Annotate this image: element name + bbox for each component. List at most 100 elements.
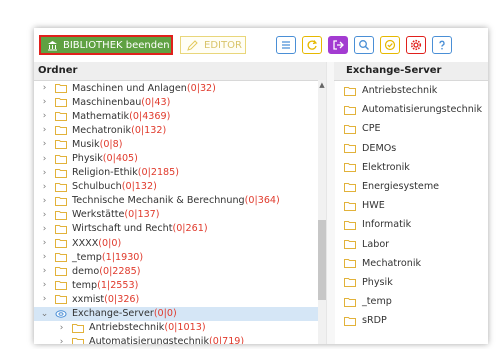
chevron-right-icon[interactable]: ›	[40, 111, 49, 121]
folder-tree-item[interactable]: › Mechatronik (0|132)	[34, 123, 326, 137]
folder-icon	[55, 210, 67, 220]
exchange-folder-item[interactable]: Antriebstechnik	[334, 81, 488, 100]
folder-count: (1|1930)	[101, 251, 144, 263]
folder-tree-item[interactable]: › Physik (0|405)	[34, 151, 326, 165]
exchange-folder-item[interactable]: Informatik	[334, 215, 488, 234]
chevron-right-icon[interactable]: ›	[40, 294, 49, 304]
folder-tree-item[interactable]: › Technische Mechanik & Berechnung (0|364…	[34, 194, 326, 208]
editor-label: EDITOR	[204, 39, 242, 51]
chevron-right-icon[interactable]: ›	[40, 252, 49, 262]
export-button[interactable]	[328, 36, 348, 54]
bibliothek-beenden-button[interactable]: BIBLIOTHEK beenden	[39, 35, 173, 55]
chevron-right-icon[interactable]: ›	[40, 125, 49, 135]
scroll-up-icon[interactable]: ▲	[318, 80, 326, 90]
folder-icon	[55, 83, 67, 94]
exchange-server-list: Antriebstechnik Automatisierungstechnik CP…	[334, 81, 488, 330]
chevron-right-icon[interactable]: ›	[57, 337, 66, 344]
folder-tree-item[interactable]: › Automatisierungstechnik (0|719)	[34, 335, 326, 344]
library-icon	[48, 40, 57, 50]
scroll-thumb[interactable]	[318, 220, 326, 300]
chevron-right-icon[interactable]: ›	[40, 280, 49, 290]
exchange-folder-item[interactable]: Mechatronik	[334, 254, 488, 273]
folder-tree-item[interactable]: › XXXX (0|0)	[34, 236, 326, 250]
exchange-folder-item[interactable]: Labor	[334, 235, 488, 254]
folder-icon	[55, 224, 67, 234]
folder-tree-item[interactable]: › Maschinenbau (0|43)	[34, 95, 326, 109]
folder-icon	[55, 238, 67, 249]
chevron-right-icon[interactable]: ›	[40, 238, 49, 248]
folder-tree-item[interactable]: › xxmist (0|326)	[34, 292, 326, 306]
list-icon	[282, 41, 290, 49]
folder-tree-item[interactable]: › Musik (0|8)	[34, 137, 326, 151]
server-icon	[55, 309, 67, 319]
editor-button[interactable]: EDITOR	[180, 36, 246, 54]
search-icon	[359, 40, 369, 50]
folder-icon	[344, 182, 356, 192]
refresh-button[interactable]	[302, 36, 322, 54]
folder-tree-scrollbar[interactable]: ▲	[318, 80, 326, 344]
settings-button[interactable]	[406, 36, 426, 54]
folder-tree-item[interactable]: › Werkstätte (0|137)	[34, 208, 326, 222]
exchange-folder-item[interactable]: _temp	[334, 292, 488, 311]
exchange-folder-label: Elektronik	[362, 161, 410, 173]
folder-label: Musik	[72, 138, 100, 150]
folder-tree-item[interactable]: › Wirtschaft und Recht (0|261)	[34, 222, 326, 236]
exchange-folder-item[interactable]: CPE	[334, 119, 488, 138]
bibliothek-beenden-label: BIBLIOTHEK beenden	[63, 39, 170, 51]
pencil-icon	[187, 39, 198, 51]
exchange-folder-item[interactable]: Physik	[334, 273, 488, 292]
chevron-right-icon[interactable]: ›	[40, 196, 49, 206]
chevron-right-icon[interactable]: ›	[40, 266, 49, 276]
exchange-folder-label: Informatik	[362, 219, 412, 231]
folder-tree-item[interactable]: ⌄ Exchange-Server (0|0)	[34, 306, 326, 321]
exchange-folder-item[interactable]: HWE	[334, 196, 488, 215]
folder-icon	[55, 266, 67, 277]
check-icon	[384, 39, 396, 51]
folder-tree-item[interactable]: › Maschinen und Anlagen (0|32)	[34, 81, 326, 95]
chevron-right-icon[interactable]: ›	[40, 83, 49, 93]
folder-tree-item[interactable]: › Mathematik (0|4369)	[34, 109, 326, 123]
list-button[interactable]	[276, 36, 296, 54]
exchange-folder-item[interactable]: sRDP	[334, 311, 488, 330]
chevron-right-icon[interactable]: ›	[40, 182, 49, 192]
folder-tree-item[interactable]: › demo (0|2285)	[34, 264, 326, 278]
exchange-folder-label: Mechatronik	[362, 257, 422, 269]
chevron-right-icon[interactable]: ›	[40, 224, 49, 234]
exchange-folder-label: Labor	[362, 238, 390, 250]
folder-tree-item[interactable]: › Antriebstechnik (0|1013)	[34, 321, 326, 335]
chevron-right-icon[interactable]: ›	[40, 97, 49, 107]
exchange-folder-label: Antriebstechnik	[362, 85, 438, 97]
folder-tree: › Maschinen und Anlagen (0|32) › Maschinenb…	[34, 81, 326, 344]
folder-icon	[344, 143, 356, 154]
folder-count: (0|8)	[99, 138, 123, 150]
chevron-right-icon[interactable]: ›	[40, 154, 49, 164]
folder-label: Werkstätte	[72, 209, 125, 221]
folder-tree-item[interactable]: › temp (1|2553)	[34, 278, 326, 292]
help-button[interactable]	[432, 36, 452, 54]
folder-count: (0|405)	[102, 153, 138, 165]
folder-count: (0|364)	[244, 195, 280, 207]
exchange-folder-item[interactable]: DEMOs	[334, 139, 488, 158]
folder-icon	[344, 277, 356, 288]
search-button[interactable]	[354, 36, 374, 54]
folder-tree-item[interactable]: › Schulbuch (0|132)	[34, 180, 326, 194]
exchange-folder-item[interactable]: Automatisierungstechnik	[334, 100, 488, 119]
chevron-right-icon[interactable]: ›	[57, 323, 66, 333]
chevron-down-icon[interactable]: ⌄	[40, 309, 49, 319]
folder-icon	[344, 239, 356, 250]
folder-tree-item[interactable]: › _temp (1|1930)	[34, 250, 326, 264]
folder-icon	[55, 280, 67, 291]
exchange-folder-item[interactable]: Elektronik	[334, 158, 488, 177]
folder-icon	[55, 154, 67, 164]
chevron-right-icon[interactable]: ›	[40, 210, 49, 220]
exchange-folder-label: Energiesysteme	[362, 181, 440, 193]
exchange-folder-item[interactable]: Energiesysteme	[334, 177, 488, 196]
folder-count: (0|32)	[186, 82, 216, 94]
chevron-right-icon[interactable]: ›	[40, 168, 49, 178]
folder-icon	[55, 139, 67, 150]
folder-tree-item[interactable]: › Religion-Ethik (0|2185)	[34, 166, 326, 180]
folder-label: Religion-Ethik	[72, 167, 138, 179]
check-button[interactable]	[380, 36, 400, 54]
chevron-right-icon[interactable]: ›	[40, 139, 49, 149]
folder-icon	[55, 294, 67, 305]
